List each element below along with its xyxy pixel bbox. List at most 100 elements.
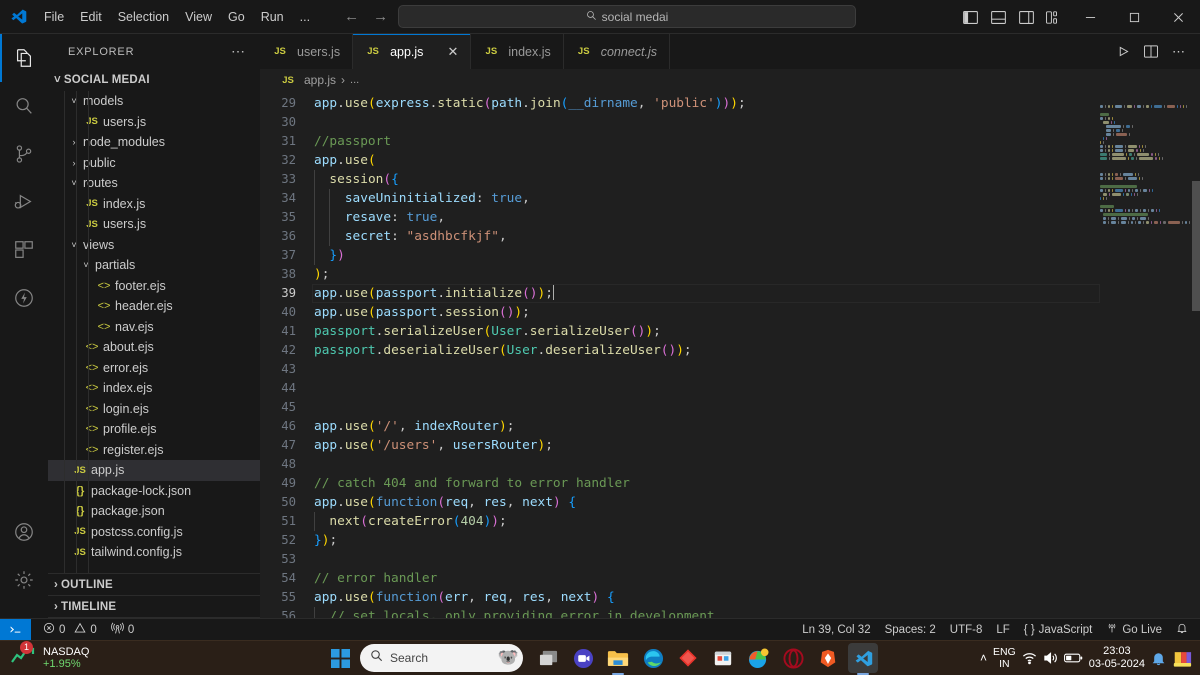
ports-status[interactable]: 0 [104, 619, 141, 641]
taskbar-widgets[interactable]: 1 NASDAQ +1.95% [0, 640, 330, 672]
battery-icon[interactable] [1063, 652, 1083, 664]
language-mode-status[interactable]: { } JavaScript [1017, 619, 1100, 641]
brave-browser-icon[interactable] [813, 643, 843, 673]
tree-file-package-json[interactable]: {} package.json [48, 501, 260, 522]
code-line[interactable]: app.use( [312, 151, 1100, 170]
breadcrumb-rest[interactable]: ... [350, 74, 359, 86]
explorer-more-actions-icon[interactable]: ⋯ [231, 43, 246, 60]
code-line[interactable]: }) [312, 246, 1100, 265]
menu-edit[interactable]: Edit [72, 7, 110, 27]
cursor-position-status[interactable]: Ln 39, Col 32 [795, 619, 877, 641]
code-line[interactable]: resave: true, [312, 208, 1100, 227]
tab-app-js[interactable]: JS app.js ✕ [353, 34, 472, 69]
outline-section-header[interactable]: › OUTLINE [48, 574, 260, 596]
editor-vertical-scrollbar[interactable] [1192, 181, 1200, 311]
tree-file-tailwind-config-js[interactable]: JS tailwind.config.js [48, 542, 260, 563]
eol-status[interactable]: LF [989, 619, 1016, 641]
tree-file-profile-ejs[interactable]: <> profile.ejs [48, 419, 260, 440]
tree-file-about-ejs[interactable]: <> about.ejs [48, 337, 260, 358]
close-window-button[interactable] [1156, 0, 1200, 34]
opera-icon[interactable] [778, 643, 808, 673]
remote-window-button[interactable] [0, 618, 31, 641]
tree-file-nav-ejs[interactable]: <> nav.ejs [48, 317, 260, 338]
tree-folder-views[interactable]: ˅ views [48, 235, 260, 256]
tree-file-header-ejs[interactable]: <> header.ejs [48, 296, 260, 317]
code-editor[interactable]: 29 30 31 32 33 34 35 36 37 38 39 40 41 42 43 44 45 46 47 48… [260, 91, 1200, 618]
tree-folder-node_modules[interactable]: › node_modules [48, 132, 260, 153]
tree-file-index-ejs[interactable]: <> index.ejs [48, 378, 260, 399]
tree-file-login-ejs[interactable]: <> login.ejs [48, 399, 260, 420]
minimize-button[interactable] [1068, 0, 1112, 34]
command-center-search[interactable]: social medai [398, 5, 856, 28]
code-line[interactable]: app.use('/users', usersRouter); [312, 436, 1100, 455]
go-back-icon[interactable]: ← [344, 9, 359, 24]
activity-item-explorer[interactable] [0, 34, 48, 82]
menu-selection[interactable]: Selection [110, 7, 177, 27]
toggle-secondary-sidebar-button[interactable] [1012, 0, 1040, 34]
zoom-icon[interactable] [568, 643, 598, 673]
code-line[interactable]: app.use(function(req, res, next) { [312, 493, 1100, 512]
activity-item-settings[interactable] [0, 556, 48, 604]
tree-file-index-js[interactable]: JS index.js [48, 194, 260, 215]
code-line[interactable] [312, 113, 1100, 132]
show-hidden-icons-button[interactable]: ˄ [980, 651, 987, 665]
microsoft-store-icon[interactable] [708, 643, 738, 673]
workspace-folder-header[interactable]: ˅ SOCIAL MEDAI [48, 69, 260, 91]
code-line[interactable]: app.use(passport.initialize()); [312, 284, 1100, 303]
code-line[interactable] [312, 455, 1100, 474]
go-live-status[interactable]: Go Live [1099, 619, 1169, 641]
activity-item-source-control[interactable] [0, 130, 48, 178]
code-line[interactable]: // error handler [312, 569, 1100, 588]
windows-start-button[interactable] [325, 643, 355, 673]
menu-more[interactable]: ... [292, 7, 318, 27]
code-line[interactable]: app.use('/', indexRouter); [312, 417, 1100, 436]
menu-run[interactable]: Run [253, 7, 292, 27]
breadcrumb-file[interactable]: app.js [304, 73, 336, 87]
red-diamond-app-icon[interactable] [673, 643, 703, 673]
code-line[interactable]: saveUninitialized: true, [312, 189, 1100, 208]
vscode-icon[interactable] [848, 643, 878, 673]
maximize-button[interactable] [1112, 0, 1156, 34]
customize-layout-button[interactable] [1040, 0, 1068, 34]
tree-file-users-js[interactable]: JS users.js [48, 112, 260, 133]
menu-go[interactable]: Go [220, 7, 253, 27]
tree-folder-routes[interactable]: ˅ routes [48, 173, 260, 194]
tree-folder-models[interactable]: ˅ models [48, 91, 260, 112]
code-line[interactable]: }); [312, 531, 1100, 550]
code-line[interactable]: app.use(express.static(path.join(__dirna… [312, 94, 1100, 113]
file-explorer-icon[interactable] [603, 643, 633, 673]
code-line[interactable]: session({ [312, 170, 1100, 189]
tree-file-package-lock-json[interactable]: {} package-lock.json [48, 481, 260, 502]
taskbar-search-box[interactable]: Search 🐨 [360, 644, 523, 672]
tab-index-js[interactable]: JS index.js [471, 34, 564, 69]
code-line[interactable]: app.use(passport.session()); [312, 303, 1100, 322]
code-line[interactable] [312, 360, 1100, 379]
problems-status[interactable]: 0 0 [31, 619, 104, 641]
tab-users-js[interactable]: JS users.js [260, 34, 354, 69]
activity-item-extensions[interactable] [0, 226, 48, 274]
timeline-section-header[interactable]: › TIMELINE [48, 596, 260, 618]
code-line[interactable]: passport.serializeUser(User.serializeUse… [312, 322, 1100, 341]
code-line[interactable]: ); [312, 265, 1100, 284]
language-indicator[interactable]: ENG IN [993, 646, 1016, 670]
paint-app-icon[interactable] [1172, 649, 1192, 668]
tree-file-users-js[interactable]: JS users.js [48, 214, 260, 235]
indentation-status[interactable]: Spaces: 2 [878, 619, 943, 641]
notifications-status[interactable] [1169, 619, 1200, 641]
split-editor-button[interactable] [1138, 34, 1164, 69]
code-line[interactable] [312, 398, 1100, 417]
toggle-panel-button[interactable] [984, 0, 1012, 34]
encoding-status[interactable]: UTF-8 [943, 619, 990, 641]
code-content[interactable]: app.use(express.static(path.join(__dirna… [312, 91, 1100, 618]
tree-file-footer-ejs[interactable]: <> footer.ejs [48, 276, 260, 297]
code-line[interactable] [312, 550, 1100, 569]
tree-folder-public[interactable]: › public [48, 153, 260, 174]
toggle-primary-sidebar-button[interactable] [956, 0, 984, 34]
activity-item-run-and-debug[interactable] [0, 178, 48, 226]
wifi-icon[interactable] [1022, 651, 1037, 665]
tree-file-register-ejs[interactable]: <> register.ejs [48, 440, 260, 461]
menu-file[interactable]: File [36, 7, 72, 27]
tab-connect-js[interactable]: JS connect.js [563, 34, 671, 69]
menu-view[interactable]: View [177, 7, 220, 27]
activity-item-accounts[interactable] [0, 508, 48, 556]
